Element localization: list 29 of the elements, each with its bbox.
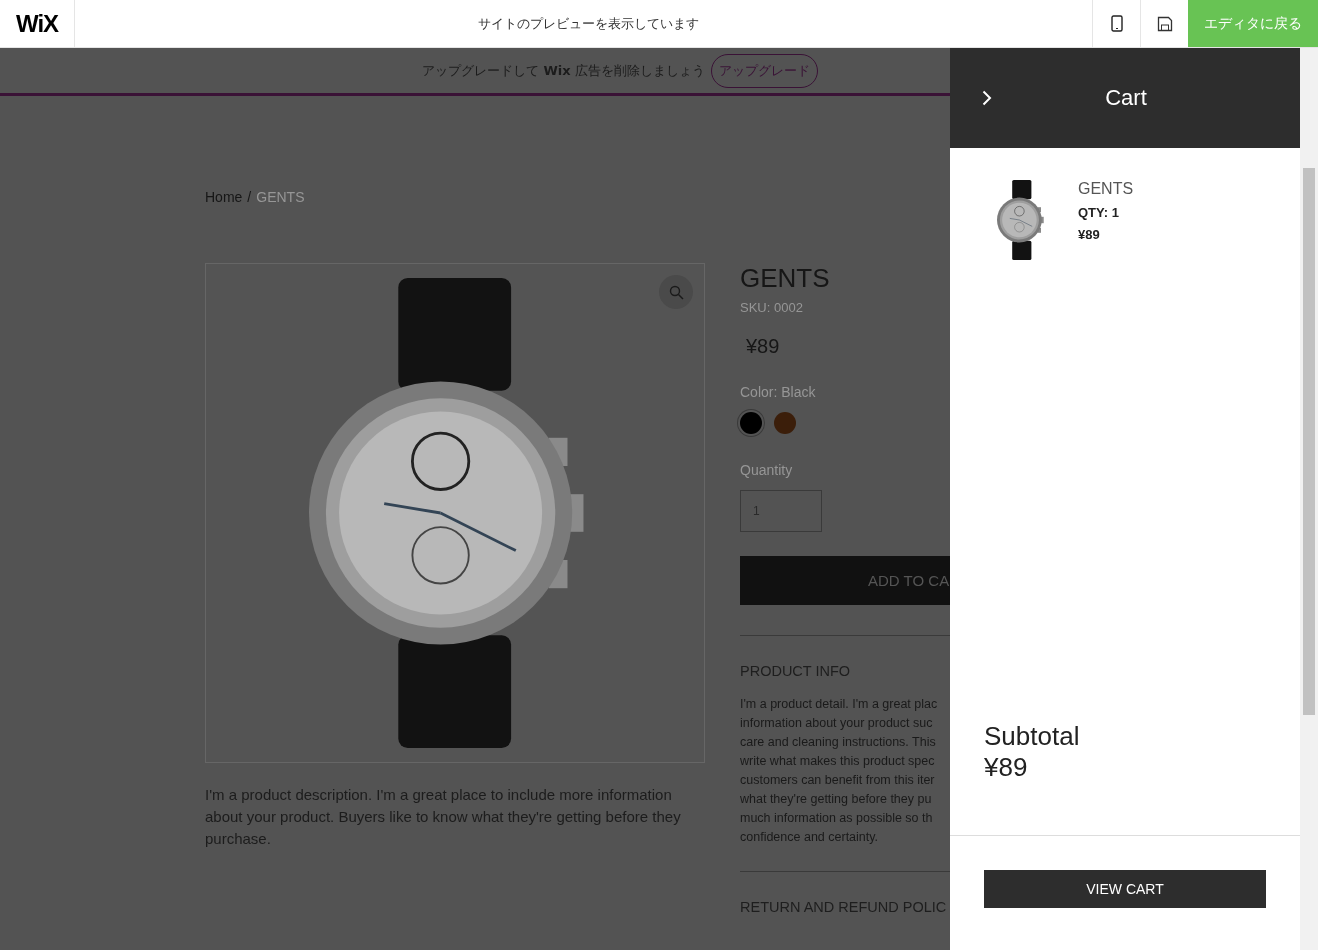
subtotal-value: ¥89	[983, 752, 1029, 783]
zoom-button[interactable]	[659, 275, 693, 309]
cart-item-name: GENTS	[1078, 180, 1134, 198]
smartphone-icon	[1110, 15, 1123, 32]
close-cart-button[interactable]	[982, 90, 992, 106]
product-sku: SKU: 0002	[740, 300, 804, 315]
scrollbar[interactable]	[1300, 48, 1318, 950]
back-to-editor-button[interactable]: エディタに戻る	[1188, 0, 1318, 47]
color-label: Color: Black	[740, 384, 817, 400]
view-cart-button[interactable]: VIEW CART	[984, 870, 1266, 908]
preview-title: サイトのプレビューを表示しています	[477, 14, 700, 33]
breadcrumb-current: GENTS	[256, 189, 305, 205]
search-icon	[668, 284, 684, 300]
breadcrumb-separator: /	[247, 189, 252, 205]
quantity-label: Quantity	[740, 462, 794, 478]
subtotal-label: Subtotal	[983, 721, 1081, 752]
cart-item-price: ¥89	[1078, 227, 1101, 242]
cart-item-quantity: QTY: 1	[1078, 205, 1120, 220]
chevron-right-icon	[982, 90, 992, 106]
save-icon	[1156, 15, 1173, 32]
add-to-cart-button[interactable]: ADD TO CA	[740, 556, 950, 605]
product-name: GENTS	[740, 263, 831, 294]
product-price: ¥89	[746, 335, 781, 358]
scrollbar-thumb[interactable]	[1303, 168, 1315, 715]
breadcrumb-link[interactable]: Home	[205, 189, 243, 205]
wix-logo: WiX	[0, 0, 75, 47]
cart-title: Cart	[1104, 85, 1148, 111]
color-swatch[interactable]	[774, 412, 796, 434]
color-swatch[interactable]	[740, 412, 762, 434]
